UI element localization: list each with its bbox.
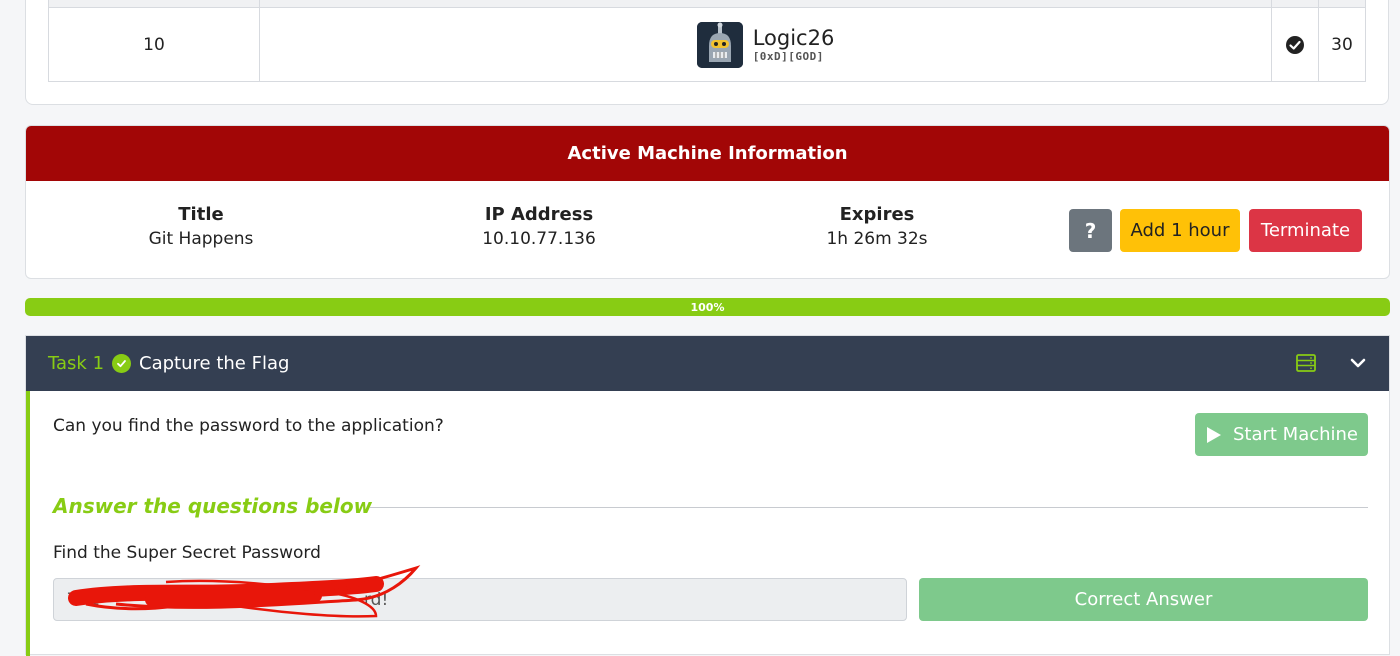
leaderboard-table: 10 Logic26 [0xD][GOD] 30 <box>48 0 1366 82</box>
avatar <box>696 21 743 68</box>
user-tags: [0xD][GOD] <box>752 50 824 63</box>
play-icon <box>1206 426 1221 443</box>
machine-title-label: Title <box>178 204 224 225</box>
correct-answer-button[interactable]: Correct Answer <box>919 578 1368 621</box>
active-machine-header: Active Machine Information <box>26 126 1389 181</box>
completed-cell <box>1272 8 1318 81</box>
ip-address-label: IP Address <box>484 204 594 225</box>
task-progress-bar: 100% <box>25 298 1390 316</box>
answer-heading: Answer the questions below <box>53 494 373 518</box>
help-button[interactable]: ? <box>1069 209 1112 252</box>
active-machine-card: Active Machine Information Title Git Hap… <box>25 125 1390 279</box>
redaction-scribble <box>68 565 421 618</box>
machine-title-field: Title Git Happens <box>101 204 301 249</box>
ip-address-value: 10.10.77.136 <box>482 229 596 249</box>
chevron-down-icon[interactable] <box>1349 355 1367 374</box>
user-cell[interactable]: Logic26 [0xD][GOD] <box>260 8 1271 81</box>
rank-cell: 10 <box>143 34 165 55</box>
start-machine-button[interactable]: Start Machine <box>1195 413 1368 456</box>
task-complete-icon <box>112 354 132 373</box>
divider <box>370 507 1368 508</box>
progress-fill: 100% <box>25 298 1390 316</box>
terminate-button[interactable]: Terminate <box>1249 209 1362 252</box>
add-hour-button[interactable]: Add 1 hour <box>1120 209 1240 252</box>
expires-value: 1h 26m 32s <box>826 229 928 249</box>
server-icon[interactable] <box>1296 354 1316 376</box>
task-description: Can you find the password to the applica… <box>53 416 444 436</box>
task-title: Capture the Flag <box>139 353 290 374</box>
machine-title-value: Git Happens <box>148 229 254 249</box>
expires-field: Expires 1h 26m 32s <box>777 204 977 249</box>
ip-address-field: IP Address 10.10.77.136 <box>439 204 639 249</box>
task-number: Task 1 <box>48 353 105 374</box>
expires-label: Expires <box>839 204 915 225</box>
robot-avatar-icon <box>696 21 743 68</box>
score-cell: 30 <box>1331 34 1353 55</box>
task-header[interactable]: Task 1 Capture the Flag <box>26 336 1389 391</box>
username: Logic26 <box>752 26 835 50</box>
check-circle-icon <box>1286 35 1304 54</box>
start-machine-label: Start Machine <box>1232 424 1359 445</box>
